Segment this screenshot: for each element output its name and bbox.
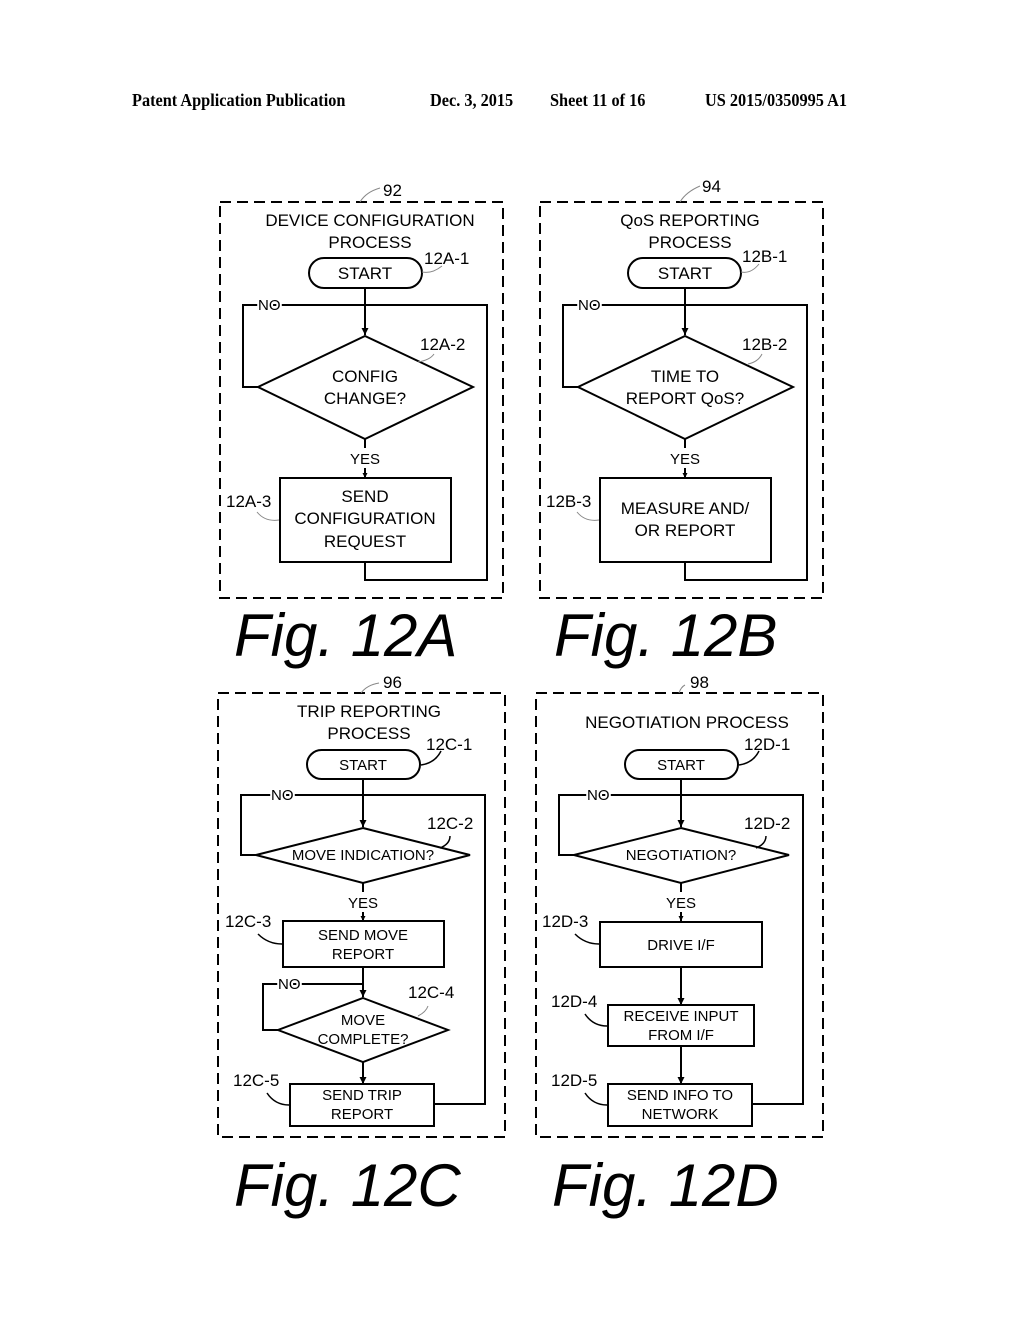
action-line-3: REQUEST xyxy=(324,532,406,551)
reference-leader xyxy=(360,682,380,694)
no-branch-label: NO xyxy=(578,297,601,314)
decision-label: MOVE INDICATION? xyxy=(292,847,434,864)
action-line-2: NETWORK xyxy=(642,1106,719,1123)
figure-caption: Fig. 12D xyxy=(552,1152,779,1219)
decision-line-1: MOVE xyxy=(341,1012,385,1029)
reference-leader xyxy=(679,185,701,203)
process-title-line-1: DEVICE CONFIGURATION xyxy=(265,211,474,230)
decision-label: NEGOTIATION? xyxy=(626,847,737,864)
step-leader xyxy=(584,1013,608,1027)
action-line-2: FROM I/F xyxy=(648,1027,714,1044)
figure-12d: 98 NEGOTIATION PROCESS START 12D-1 NO NE… xyxy=(535,673,824,1219)
action-label: DRIVE I/F xyxy=(647,937,715,954)
start-label: START xyxy=(657,757,705,774)
decision-line-1: CONFIG xyxy=(332,367,398,386)
process-title-line-2: PROCESS xyxy=(328,233,411,252)
step-id: 12C-2 xyxy=(427,814,473,833)
yes-branch-label: YES xyxy=(348,895,378,912)
step-id: 12B-3 xyxy=(546,492,591,511)
process-title: NEGOTIATION PROCESS xyxy=(585,713,789,732)
action-line-1: SEND TRIP xyxy=(322,1087,402,1104)
step-id: 12B-1 xyxy=(742,247,787,266)
reference-leader xyxy=(678,684,686,694)
action-line-1: SEND MOVE xyxy=(318,927,408,944)
start-label: START xyxy=(338,264,392,283)
step-leader xyxy=(576,511,600,521)
step-leader xyxy=(417,1005,429,1017)
action-line-2: REPORT xyxy=(332,946,394,963)
yes-branch-label: YES xyxy=(350,451,380,468)
figure-12b: 94 QoS REPORTING PROCESS START 12B-1 NO … xyxy=(539,177,824,669)
yes-branch-label: YES xyxy=(666,895,696,912)
decision-diamond xyxy=(275,996,451,1064)
action-line-1: RECEIVE INPUT xyxy=(623,1008,738,1025)
step-leader xyxy=(257,933,283,945)
yes-branch-label: YES xyxy=(670,451,700,468)
process-title-line-2: PROCESS xyxy=(648,233,731,252)
action-line-1: MEASURE AND/ xyxy=(621,499,750,518)
action-line-2: REPORT xyxy=(331,1106,393,1123)
action-box xyxy=(599,477,772,563)
reference-numeral: 96 xyxy=(383,673,402,692)
step-leader xyxy=(574,933,600,945)
step-id: 12A-3 xyxy=(226,492,271,511)
reference-numeral: 94 xyxy=(702,177,721,196)
figure-caption: Fig. 12C xyxy=(234,1152,461,1219)
step-id: 12D-4 xyxy=(551,992,597,1011)
decision-line-2: REPORT QoS? xyxy=(626,389,744,408)
no-branch-label: NO xyxy=(278,976,301,993)
no-branch-label: NO xyxy=(258,297,281,314)
step-id: 12A-2 xyxy=(420,335,465,354)
start-label: START xyxy=(339,757,387,774)
step-id: 12C-3 xyxy=(225,912,271,931)
reference-numeral: 98 xyxy=(690,673,709,692)
no-branch-label: NO xyxy=(587,787,610,804)
decision-line-1: TIME TO xyxy=(651,367,719,386)
figure-caption: Fig. 12B xyxy=(554,602,777,669)
decision-line-2: COMPLETE? xyxy=(318,1031,409,1048)
action-line-1: SEND INFO TO xyxy=(627,1087,733,1104)
step-id: 12B-2 xyxy=(742,335,787,354)
step-id: 12D-3 xyxy=(542,912,588,931)
step-id: 12D-5 xyxy=(551,1071,597,1090)
start-label: START xyxy=(658,264,712,283)
step-id: 12A-1 xyxy=(424,249,469,268)
step-leader xyxy=(747,353,763,365)
step-leader xyxy=(256,511,280,521)
figure-12c: 96 TRIP REPORTING PROCESS START 12C-1 NO… xyxy=(217,673,506,1219)
figure-caption: Fig. 12A xyxy=(234,602,457,669)
figure-12a: 92 DEVICE CONFIGURATION PROCESS START 12… xyxy=(219,181,504,669)
process-title-line-1: QoS REPORTING xyxy=(620,211,760,230)
step-leader xyxy=(417,353,435,363)
step-leader xyxy=(266,1092,290,1106)
decision-line-2: CHANGE? xyxy=(324,389,406,408)
process-title-line-2: PROCESS xyxy=(327,724,410,743)
action-line-2: OR REPORT xyxy=(635,521,736,540)
step-id: 12C-4 xyxy=(408,983,454,1002)
step-id: 12C-5 xyxy=(233,1071,279,1090)
step-leader xyxy=(584,1092,608,1106)
process-title-line-1: TRIP REPORTING xyxy=(297,702,441,721)
action-line-2: CONFIGURATION xyxy=(294,509,435,528)
reference-leader xyxy=(359,187,381,203)
patent-figure-sheet: 92 DEVICE CONFIGURATION PROCESS START 12… xyxy=(217,177,824,1219)
step-id: 12D-2 xyxy=(744,814,790,833)
no-branch-label: NO xyxy=(271,787,294,804)
step-leader xyxy=(439,835,451,849)
step-id: 12C-1 xyxy=(426,735,472,754)
step-id: 12D-1 xyxy=(744,735,790,754)
action-line-1: SEND xyxy=(341,487,388,506)
reference-numeral: 92 xyxy=(383,181,402,200)
